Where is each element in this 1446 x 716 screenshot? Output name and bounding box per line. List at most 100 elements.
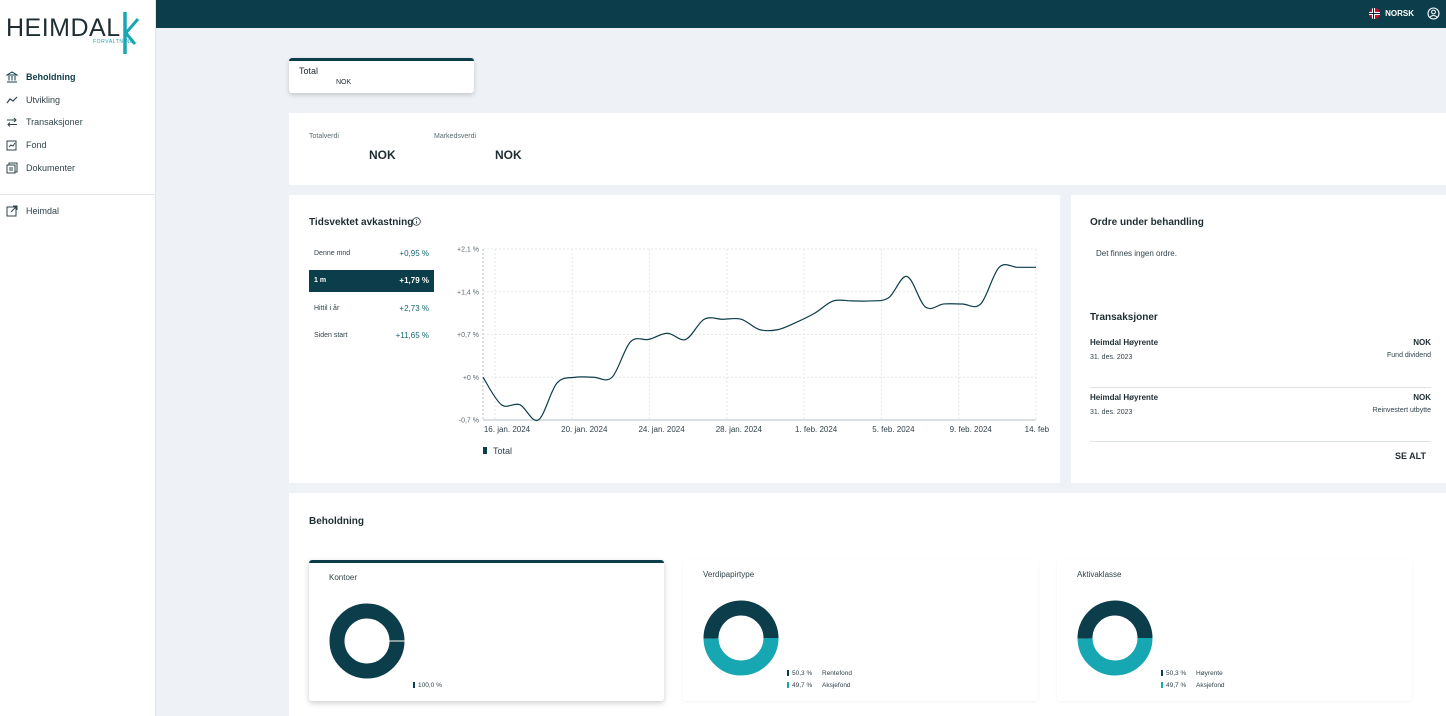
norway-flag-icon bbox=[1369, 8, 1381, 19]
donut-slice bbox=[1077, 637, 1153, 676]
orders-title: Ordre under behandling bbox=[1090, 217, 1204, 228]
sidebar-item-fond[interactable]: Fond bbox=[6, 134, 156, 157]
returns-title: Tidsvektet avkastning bbox=[309, 217, 414, 228]
legend-swatch bbox=[787, 670, 789, 676]
transaction-item[interactable]: Heimdal Høyrente 31. des. 2023 NOK Reinv… bbox=[1090, 393, 1431, 437]
transaction-date: 31. des. 2023 bbox=[1090, 354, 1133, 361]
y-tick-label: +1,4 % bbox=[457, 289, 479, 296]
holdings-card-verdipapirtype[interactable]: Verdipapirtype 50,3 % Rentefond 49,7 % A… bbox=[683, 560, 1038, 701]
donut-chart bbox=[703, 600, 779, 676]
sidebar-item-heimdal[interactable]: Heimdal bbox=[6, 200, 156, 223]
period-value: +11,65 % bbox=[395, 331, 429, 340]
bank-icon bbox=[6, 71, 18, 83]
returns-panel: Tidsvektet avkastning Denne mnd +0,95 % … bbox=[289, 195, 1060, 483]
language-label: NORSK bbox=[1385, 9, 1414, 18]
legend-swatch bbox=[1161, 682, 1163, 688]
series-line-total bbox=[482, 264, 1036, 422]
external-links: Heimdal bbox=[6, 200, 156, 223]
x-tick-label: 16. jan. 2024 bbox=[484, 425, 531, 434]
total-value-label: Totalverdi bbox=[309, 133, 339, 140]
period-hittil-i-ar[interactable]: Hittil i år +2,73 % bbox=[309, 297, 434, 319]
donut-chart bbox=[329, 603, 405, 679]
transaction-item[interactable]: Heimdal Høyrente 31. des. 2023 NOK Fund … bbox=[1090, 338, 1431, 382]
transaction-currency: NOK bbox=[1413, 393, 1431, 402]
period-list: Denne mnd +0,95 % 1 m +1,79 % Hittil i å… bbox=[309, 242, 434, 352]
period-1m[interactable]: 1 m +1,79 % bbox=[309, 269, 434, 292]
value-summary: Totalverdi NOK Markedsverdi NOK bbox=[289, 113, 1446, 185]
transaction-fund: Heimdal Høyrente bbox=[1090, 393, 1159, 402]
legend-swatch bbox=[413, 682, 415, 688]
sidebar-item-label: Transaksjoner bbox=[26, 117, 83, 128]
holdings-card-title: Aktivaklasse bbox=[1077, 570, 1122, 579]
sidebar-item-transaksjoner[interactable]: Transaksjoner bbox=[6, 111, 156, 134]
sidebar-item-label: Fond bbox=[26, 140, 47, 151]
legend-label: Aksjefond bbox=[1196, 681, 1225, 689]
language-selector[interactable]: NORSK bbox=[1369, 8, 1414, 19]
sidebar-item-utvikling[interactable]: Utvikling bbox=[6, 89, 156, 112]
y-tick-label: +0,7 % bbox=[457, 332, 479, 339]
sidebar-item-label: Utvikling bbox=[26, 94, 61, 105]
legend-value: 49,7 % bbox=[1166, 681, 1187, 689]
trend-icon bbox=[6, 96, 18, 104]
holdings-title: Beholdning bbox=[309, 516, 364, 527]
legend-value: 50,3 % bbox=[1166, 669, 1187, 677]
period-label: 1 m bbox=[314, 277, 327, 284]
external-link-icon bbox=[6, 205, 18, 217]
legend-item: 50,3 % Høyrente bbox=[1161, 667, 1225, 679]
see-all-button[interactable]: SE ALT bbox=[1395, 451, 1426, 461]
transaction-type: Reinvestert utbytte bbox=[1372, 407, 1431, 414]
holdings-card-title: Kontoer bbox=[329, 573, 358, 582]
x-tick-label: 5. feb. 2024 bbox=[872, 425, 915, 434]
top-bar: NORSK bbox=[156, 0, 1446, 28]
orders-empty-text: Det finnes ingen ordre. bbox=[1096, 249, 1177, 258]
sidebar-item-label: Beholdning bbox=[26, 72, 76, 83]
period-value: +2,73 % bbox=[399, 303, 429, 313]
legend-item: 49,7 % Aksjefond bbox=[1161, 679, 1225, 691]
x-tick-label: 24. jan. 2024 bbox=[638, 425, 685, 434]
donut-slice bbox=[329, 603, 405, 679]
sidebar-item-beholdning[interactable]: Beholdning bbox=[6, 66, 156, 89]
sidebar-item-dokumenter[interactable]: Dokumenter bbox=[6, 156, 156, 179]
holdings-panel: Beholdning Kontoer 100,0 % Verdipapirtyp… bbox=[289, 493, 1446, 716]
legend-value: 100,0 % bbox=[418, 681, 442, 689]
logo-mark-icon bbox=[123, 12, 140, 54]
period-label: Siden start bbox=[314, 332, 348, 339]
sidebar-item-label: Dokumenter bbox=[26, 162, 76, 173]
donut-legend: 50,3 % Rentefond 49,7 % Aksjefond bbox=[787, 667, 852, 691]
period-denne-mnd[interactable]: Denne mnd +0,95 % bbox=[309, 242, 434, 264]
transaction-fund: Heimdal Høyrente bbox=[1090, 338, 1159, 347]
sidebar-divider bbox=[0, 194, 156, 195]
period-siden-start[interactable]: Siden start +11,65 % bbox=[309, 325, 434, 347]
legend-label: Høyrente bbox=[1196, 669, 1223, 677]
legend-item: 49,7 % Aksjefond bbox=[787, 679, 852, 691]
returns-line-chart: +2,1 % +1,4 % +0,7 % +0 % -0,7 % 16. jan. 202… bbox=[457, 247, 1049, 457]
sidebar-item-label: Heimdal bbox=[26, 206, 60, 217]
main-nav: Beholdning Utvikling Transaksjoner Fond … bbox=[6, 66, 156, 179]
holdings-card-aktivaklasse[interactable]: Aktivaklasse 50,3 % Høyrente 49,7 % Aksj… bbox=[1057, 560, 1412, 701]
period-label: Hittil i år bbox=[314, 304, 340, 312]
transaction-divider bbox=[1090, 387, 1431, 388]
transaction-currency: NOK bbox=[1413, 338, 1431, 347]
info-icon[interactable] bbox=[412, 217, 421, 226]
y-tick-label: +0 % bbox=[463, 375, 479, 382]
legend-item: 50,3 % Rentefond bbox=[787, 667, 852, 679]
orders-panel: Ordre under behandling Det finnes ingen … bbox=[1071, 195, 1446, 483]
legend-value: 50,3 % bbox=[792, 669, 813, 677]
heimdal-logo[interactable]: HEIMDAL FORVALTNING bbox=[6, 8, 140, 54]
y-tick-label: +2,1 % bbox=[457, 247, 479, 254]
transfer-icon bbox=[7, 118, 17, 128]
period-value: +1,79 % bbox=[399, 276, 429, 285]
holdings-card-kontoer[interactable]: Kontoer 100,0 % bbox=[309, 560, 664, 701]
market-value-label: Markedsverdi bbox=[434, 133, 477, 140]
user-account-icon[interactable] bbox=[1427, 7, 1440, 20]
portfolio-selector-card[interactable]: Total NOK bbox=[289, 58, 474, 93]
transaction-date: 31. des. 2023 bbox=[1090, 409, 1133, 416]
legend-swatch bbox=[787, 682, 789, 688]
legend-item: 100,0 % bbox=[413, 679, 448, 691]
donut-slice bbox=[1077, 600, 1153, 639]
y-tick-label: -0,7 % bbox=[459, 418, 479, 425]
portfolio-title: Total bbox=[299, 66, 319, 76]
legend-label: Aksjefond bbox=[822, 681, 851, 689]
sidebar: HEIMDAL FORVALTNING Beholdning Utvikling… bbox=[0, 0, 156, 716]
legend-label: Total bbox=[493, 446, 512, 456]
